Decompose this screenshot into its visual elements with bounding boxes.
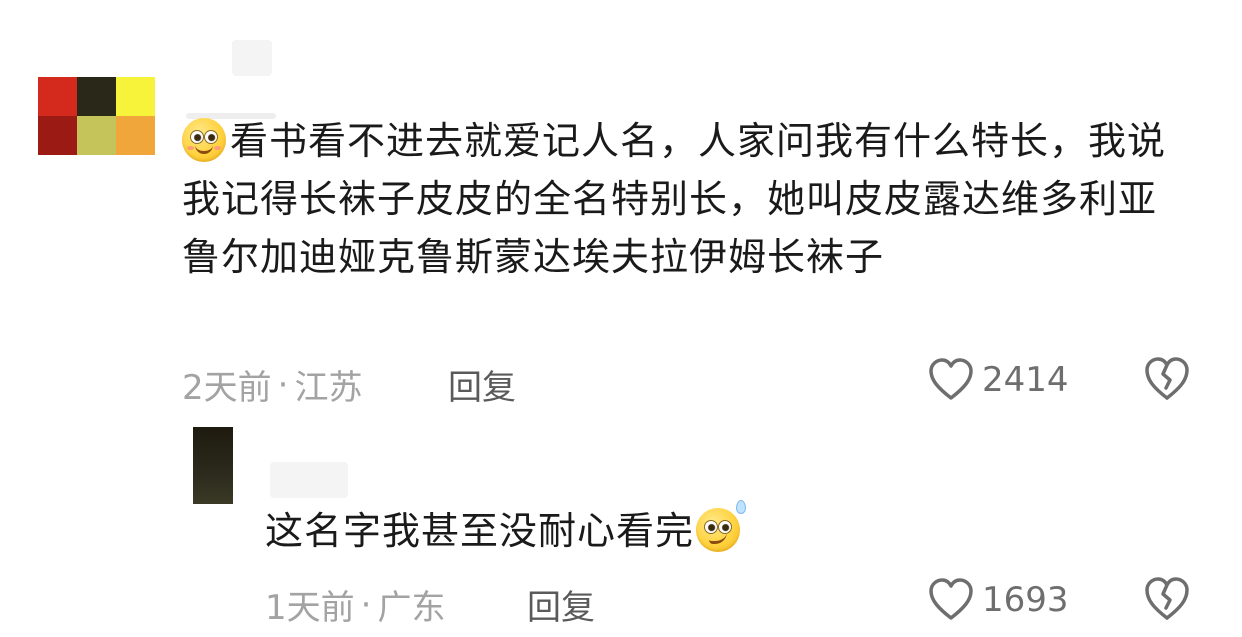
reply-time: 1天前 [265,588,355,628]
broken-heart-icon[interactable] [1143,576,1191,622]
comment-time: 2天前 [182,368,272,408]
avatar-tile [38,116,77,155]
like-button[interactable]: 2414 [928,358,1069,402]
avatar[interactable] [38,77,155,155]
avatar-tile [116,77,155,116]
sweat-smile-emoji-icon [696,500,747,552]
avatar-tile [77,77,116,116]
avatar-tile [77,116,116,155]
avatar-tile [38,77,77,116]
comment-text: 看书看不进去就爱记人名，人家问我有什么特长，我说我记得长袜子皮皮的全名特别长，她… [182,119,1167,279]
meta-separator: · [360,584,372,625]
broken-heart-icon[interactable] [1143,356,1191,402]
reply-button[interactable]: 回复 [448,360,516,409]
like-count: 2414 [982,360,1069,400]
comment-location: 江苏 [294,368,363,408]
reply-reply-button[interactable]: 回复 [527,580,595,629]
reply-body: 这名字我甚至没耐心看完 [265,500,747,560]
reply-avatar[interactable] [193,427,233,504]
reply-username-placeholder [270,462,348,498]
heart-outline-icon [929,578,973,620]
username-placeholder [232,40,272,76]
reply-meta: 1天前 · 广东 [265,580,445,629]
reply-location: 广东 [377,588,446,628]
avatar-tile [116,116,155,155]
comment-body: 看书看不进去就爱记人名，人家问我有什么特长，我说我记得长袜子皮皮的全名特别长，她… [182,112,1192,286]
meta-separator: · [277,364,289,405]
heart-outline-icon [929,358,973,400]
smiling-emoji-icon [182,118,226,162]
like-count: 1693 [982,580,1069,620]
comment-meta: 2天前 · 江苏 [182,360,362,409]
comment-thread: 看书看不进去就爱记人名，人家问我有什么特长，我说我记得长袜子皮皮的全名特别长，她… [0,0,1242,637]
reply-text: 这名字我甚至没耐心看完 [265,509,695,553]
reply-like-button[interactable]: 1693 [928,578,1069,622]
